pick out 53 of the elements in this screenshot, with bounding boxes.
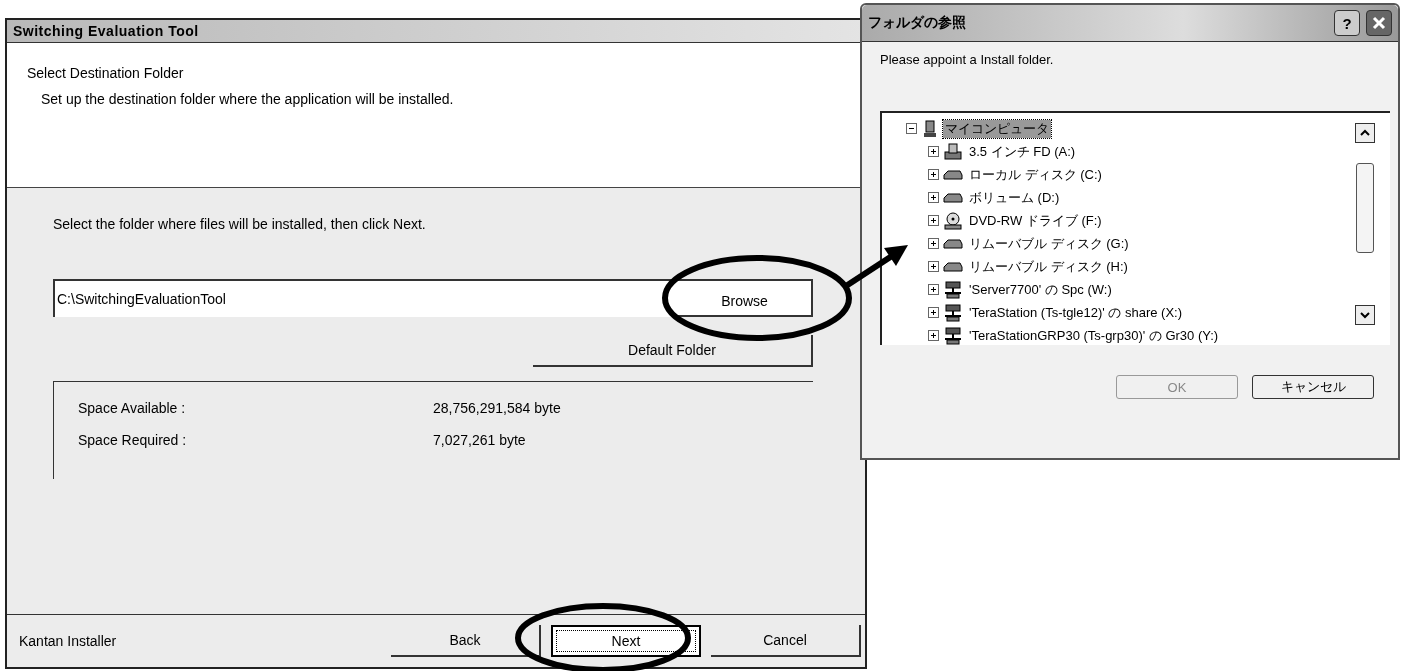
network-drive-icon (943, 280, 963, 299)
floppy-drive-icon (943, 142, 963, 161)
expander-icon[interactable] (928, 330, 939, 341)
expander-icon[interactable] (928, 146, 939, 157)
path-field[interactable]: C:\SwitchingEvaluationTool (53, 279, 678, 317)
expander-icon[interactable] (906, 123, 917, 134)
tree-item[interactable]: 'TeraStation (Ts-tgle12)' の share (X:) (967, 303, 1185, 322)
scroll-up-button[interactable] (1355, 123, 1375, 143)
wizard-button[interactable]: Back (391, 625, 541, 657)
space-value: 28,756,291,584 byte (433, 400, 561, 416)
tree-item[interactable]: 'TeraStationGRP30 (Ts-grp30)' の Gr30 (Y:) (967, 326, 1221, 345)
network-drive-icon (943, 326, 963, 345)
down-caret-icon (1360, 311, 1370, 319)
wizard-button[interactable]: Next (551, 625, 701, 657)
instruction-text: Select the folder where files will be installed, then click Next. (53, 216, 427, 232)
page-heading: Select Destination Folder (27, 65, 185, 81)
annotation-arrow (844, 245, 908, 289)
wizard-button[interactable]: Cancel (711, 625, 861, 657)
space-label: Space Required : (78, 432, 188, 448)
window-title: フォルダの参照 (868, 14, 966, 32)
optical-drive-icon (943, 211, 963, 230)
expander-icon[interactable] (928, 261, 939, 272)
dialog-button[interactable]: キャンセル (1252, 375, 1374, 399)
scroll-down-button[interactable] (1355, 305, 1375, 325)
close-button[interactable] (1366, 10, 1392, 36)
tree-item[interactable]: ローカル ディスク (C:) (967, 165, 1104, 184)
page-subheading: Set up the destination folder where the application will be installed. (41, 91, 455, 107)
space-value: 7,027,261 byte (433, 432, 526, 448)
network-drive-icon (943, 303, 963, 322)
installer-name: Kantan Installer (19, 633, 118, 649)
space-label: Space Available : (78, 400, 187, 416)
tree-item[interactable]: リムーバブル ディスク (H:) (967, 257, 1130, 276)
expander-icon[interactable] (928, 192, 939, 203)
close-icon (1371, 15, 1387, 31)
tree-item[interactable]: マイコンピュータ (943, 119, 1051, 138)
expander-icon[interactable] (928, 215, 939, 226)
help-button[interactable]: ? (1334, 10, 1360, 36)
browse-button[interactable]: Browse (678, 279, 813, 317)
tree-item[interactable]: DVD-RW ドライブ (F:) (967, 211, 1104, 230)
expander-icon[interactable] (928, 169, 939, 180)
expander-icon[interactable] (928, 284, 939, 295)
computer-icon (921, 119, 939, 138)
window-title: Switching Evaluation Tool (13, 23, 199, 39)
tree-item[interactable]: ボリューム (D:) (967, 188, 1062, 207)
default-folder-button[interactable]: Default Folder (533, 335, 813, 367)
tree-item[interactable]: リムーバブル ディスク (G:) (967, 234, 1131, 253)
dialog-message: Please appoint a Install folder. (880, 52, 1055, 67)
tree-item[interactable]: 'Server7700' の Spc (W:) (967, 280, 1114, 299)
scroll-thumb[interactable] (1356, 163, 1374, 253)
expander-icon[interactable] (928, 307, 939, 318)
tree-item[interactable]: 3.5 インチ FD (A:) (967, 142, 1078, 161)
expander-icon[interactable] (928, 238, 939, 249)
up-caret-icon (1360, 129, 1370, 137)
